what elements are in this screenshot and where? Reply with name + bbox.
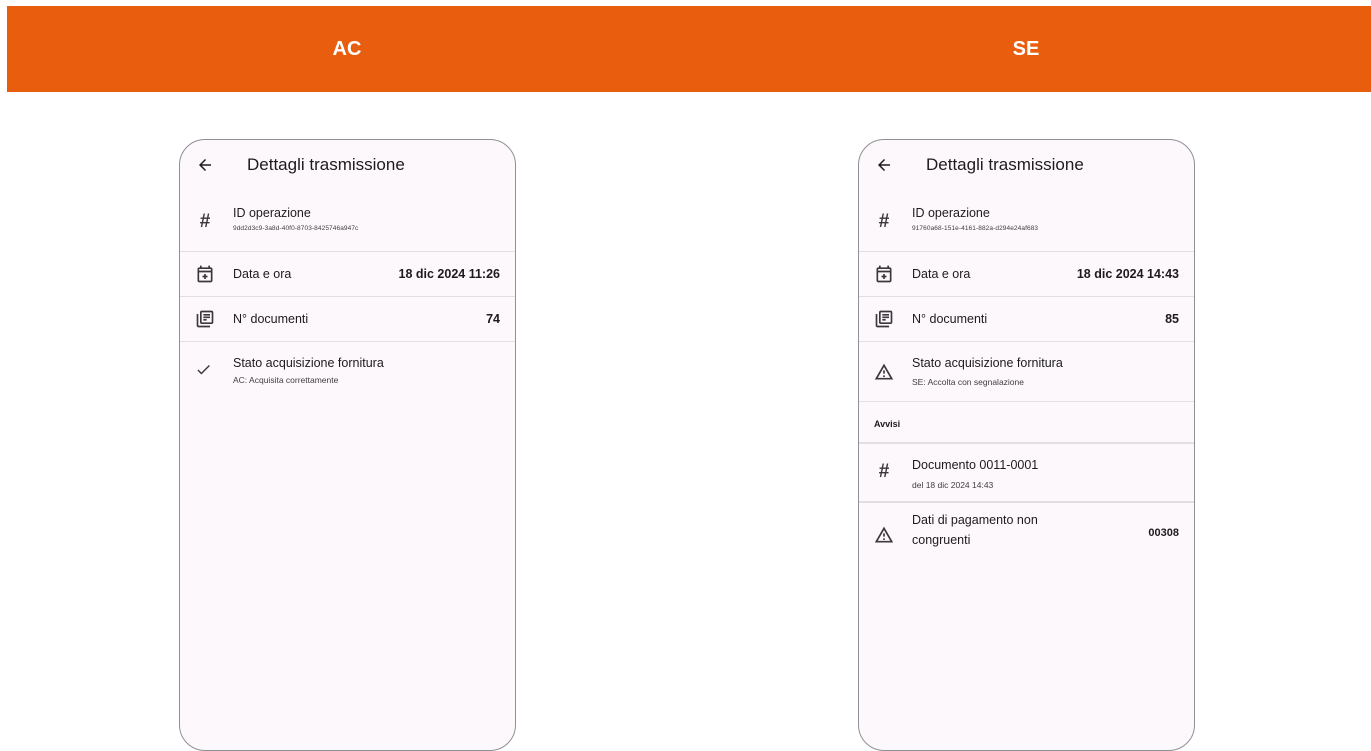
- warnings-header: Avvisi: [874, 419, 901, 429]
- status-label: Stato acquisizione fornitura: [233, 356, 384, 370]
- phone-screen-se: Dettagli trasmissione # ID operazione 91…: [858, 139, 1195, 751]
- date-label: Data e ora: [912, 267, 971, 281]
- status-value: AC: Acquisita correttamente: [233, 375, 339, 385]
- hash-icon: #: [878, 211, 890, 232]
- warning-icon: [874, 526, 894, 543]
- page-title: Dettagli trasmissione: [247, 155, 405, 174]
- status-value: SE: Accolta con segnalazione: [912, 377, 1024, 387]
- warning-item[interactable]: Dati di pagamento non congruenti 00308: [859, 503, 1194, 569]
- app-bar: Dettagli trasmissione: [180, 140, 515, 192]
- calendar-icon: [876, 265, 892, 283]
- date-row: Data e ora 18 dic 2024 11:26: [180, 252, 515, 297]
- warnings-section: Avvisi: [859, 402, 1194, 444]
- id-operation-row: # ID operazione 9dd2d3c9-3a8d-40f0-8703-…: [180, 192, 515, 252]
- header-banner: AC SE: [7, 6, 1371, 92]
- documents-label: N° documenti: [233, 312, 309, 326]
- warning-icon: [874, 363, 894, 380]
- check-icon: [197, 364, 210, 375]
- hash-icon: #: [878, 461, 890, 482]
- date-row: Data e ora 18 dic 2024 14:43: [859, 252, 1194, 297]
- documents-row: N° documenti 74: [180, 297, 515, 342]
- status-row: Stato acquisizione fornitura SE: Accolta…: [859, 342, 1194, 402]
- id-operation-value: 91760a68-151e-4161-882a-d294e24af683: [912, 225, 1039, 232]
- calendar-icon: [197, 265, 213, 283]
- documents-label: N° documenti: [912, 312, 988, 326]
- column-label-se: SE: [1012, 38, 1040, 60]
- documents-icon: [875, 310, 893, 328]
- column-label-ac: AC: [332, 38, 362, 60]
- date-value: 18 dic 2024 11:26: [398, 267, 500, 281]
- status-row: Stato acquisizione fornitura AC: Acquisi…: [180, 342, 515, 400]
- warning-item[interactable]: # Documento 0011-0001 del 18 dic 2024 14…: [859, 444, 1194, 503]
- back-arrow-icon[interactable]: [875, 156, 893, 174]
- warning-subtitle: del 18 dic 2024 14:43: [912, 480, 994, 490]
- id-operation-row: # ID operazione 91760a68-151e-4161-882a-…: [859, 192, 1194, 252]
- status-label: Stato acquisizione fornitura: [912, 356, 1063, 370]
- documents-icon: [196, 310, 214, 328]
- documents-count: 85: [1165, 312, 1179, 326]
- phone-screen-ac: Dettagli trasmissione # ID operazione 9d…: [179, 139, 516, 751]
- warning-code: 00308: [1148, 527, 1179, 539]
- id-operation-label: ID operazione: [233, 206, 311, 220]
- documents-row: N° documenti 85: [859, 297, 1194, 342]
- page-title: Dettagli trasmissione: [926, 155, 1084, 174]
- back-arrow-icon[interactable]: [196, 156, 214, 174]
- warning-title: Documento 0011-0001: [912, 458, 1039, 472]
- app-bar: Dettagli trasmissione: [859, 140, 1194, 192]
- id-operation-label: ID operazione: [912, 206, 990, 220]
- id-operation-value: 9dd2d3c9-3a8d-40f0-8703-8425746a947c: [233, 225, 359, 232]
- date-label: Data e ora: [233, 267, 292, 281]
- date-value: 18 dic 2024 14:43: [1076, 267, 1179, 281]
- hash-icon: #: [199, 211, 211, 232]
- warning-title-line2: congruenti: [912, 533, 971, 547]
- documents-count: 74: [486, 312, 500, 326]
- warning-title-line1: Dati di pagamento non: [912, 513, 1038, 527]
